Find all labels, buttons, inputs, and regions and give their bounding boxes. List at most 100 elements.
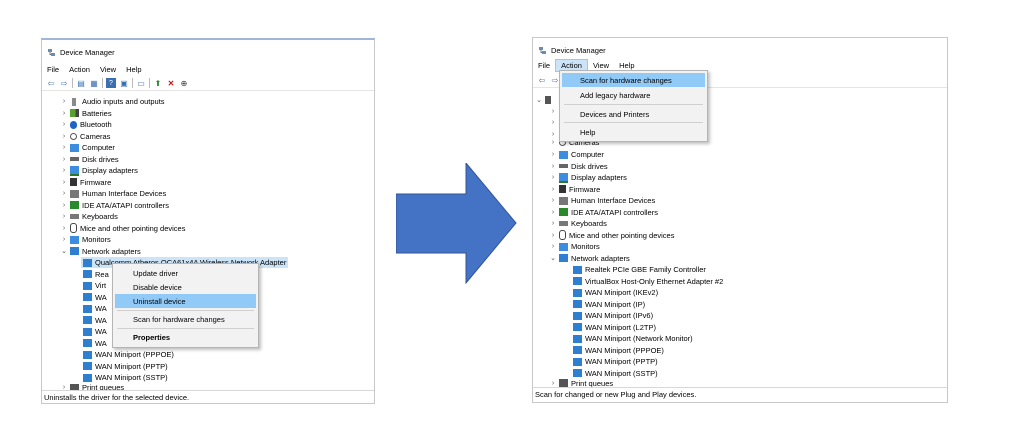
tree-node-virtualbox[interactable]: VirtualBox Host-Only Ethernet Adapter #2 (571, 276, 723, 287)
tree-node-wan-sstp[interactable]: WAN Miniport (SSTP) (81, 372, 168, 383)
chevron-right-icon[interactable]: › (60, 133, 68, 140)
chevron-right-icon[interactable]: › (549, 220, 557, 227)
tree-node-computer[interactable]: › Computer (60, 142, 115, 153)
tree-node-keyboards[interactable]: › Keyboards (60, 211, 118, 222)
tree-node-mice[interactable]: › Mice and other pointing devices (60, 223, 185, 234)
chevron-down-icon[interactable]: ⌄ (549, 254, 557, 262)
view-icon[interactable]: ▣ (119, 78, 129, 88)
tree-node-display-adapters[interactable]: › Display adapters (549, 172, 627, 183)
context-properties[interactable]: Properties (115, 330, 256, 344)
tree-node-mice[interactable]: › Mice and other pointing devices (549, 230, 674, 241)
tree-node-network-child[interactable]: WA (81, 338, 107, 349)
context-scan-hardware[interactable]: Scan for hardware changes (115, 312, 256, 326)
chevron-right-icon[interactable]: › (549, 232, 557, 239)
tree-node-realtek[interactable]: Realtek PCIe GBE Family Controller (571, 264, 706, 275)
tree-node-wan-ipv6[interactable]: WAN Miniport (IPv6) (571, 310, 653, 321)
tree-node-disk-drives[interactable]: › Disk drives (549, 161, 608, 172)
chevron-right-icon[interactable]: › (549, 163, 557, 170)
chevron-right-icon[interactable]: › (60, 190, 68, 197)
chevron-right-icon[interactable]: › (60, 225, 68, 232)
chevron-right-icon[interactable]: › (549, 108, 557, 115)
tree-node-network-child[interactable]: WA (81, 292, 107, 303)
download-icon[interactable]: ⊕ (179, 78, 189, 88)
action-devices-printers[interactable]: Devices and Printers (562, 107, 705, 121)
tree-node-batteries[interactable]: › Batteries (60, 108, 112, 119)
chevron-right-icon[interactable]: › (549, 243, 557, 250)
tree-node-wan-pptp[interactable]: WAN Miniport (PPTP) (571, 356, 658, 367)
tree-node-wan-pppoe[interactable]: WAN Miniport (PPPOE) (571, 345, 664, 356)
context-uninstall-device[interactable]: Uninstall device (115, 294, 256, 308)
tree-node-wan-network-monitor[interactable]: WAN Miniport (Network Monitor) (571, 333, 693, 344)
tree-node-audio[interactable]: › Audio inputs and outputs (60, 96, 165, 107)
chevron-right-icon[interactable]: › (549, 197, 557, 204)
chevron-right-icon[interactable]: › (60, 202, 68, 209)
forward-icon[interactable]: ⇨ (59, 78, 69, 88)
tree-node-keyboards[interactable]: › Keyboards (549, 218, 607, 229)
chevron-right-icon[interactable]: › (60, 213, 68, 220)
tree-node-wan-ikev2[interactable]: WAN Miniport (IKEv2) (571, 287, 658, 298)
menu-help[interactable]: Help (614, 60, 639, 71)
tree-node-network-child[interactable]: WA (81, 303, 107, 314)
tree-node-network-child[interactable]: Virt (81, 280, 106, 291)
tree-node-hid[interactable]: › Human Interface Devices (60, 188, 166, 199)
chevron-right-icon[interactable]: › (549, 151, 557, 158)
menu-action[interactable]: Action (64, 64, 95, 75)
menu-file[interactable]: File (42, 64, 64, 75)
tree-node-bluetooth[interactable]: › Bluetooth (60, 119, 112, 130)
chevron-right-icon[interactable]: › (60, 179, 68, 186)
tree-node-display-adapters[interactable]: › Display adapters (60, 165, 138, 176)
properties-icon[interactable]: ▦ (89, 78, 99, 88)
chevron-right-icon[interactable]: › (549, 186, 557, 193)
chevron-right-icon[interactable]: › (549, 209, 557, 216)
chevron-down-icon[interactable]: ⌄ (60, 247, 68, 255)
chevron-right-icon[interactable]: › (60, 167, 68, 174)
action-help[interactable]: Help (562, 125, 705, 139)
chevron-right-icon[interactable]: › (549, 139, 557, 146)
action-add-legacy-hardware[interactable]: Add legacy hardware (562, 88, 705, 102)
tree-node-network-child[interactable]: WA (81, 326, 107, 337)
chevron-right-icon[interactable]: › (549, 131, 557, 138)
chevron-down-icon[interactable]: ⌄ (535, 96, 543, 104)
chevron-right-icon[interactable]: › (60, 144, 68, 151)
tree-node-firmware[interactable]: › Firmware (60, 177, 111, 188)
chevron-right-icon[interactable]: › (60, 110, 68, 117)
chevron-right-icon[interactable]: › (60, 121, 68, 128)
menu-file[interactable]: File (533, 60, 555, 71)
tree-node-computer[interactable]: › Computer (549, 149, 604, 160)
menu-help[interactable]: Help (121, 64, 146, 75)
tree-node-network-adapters[interactable]: ⌄ Network adapters (60, 246, 141, 257)
back-icon[interactable]: ⇦ (46, 78, 56, 88)
tree-node-collapsed[interactable]: › (549, 106, 557, 117)
help-icon[interactable]: ? (106, 78, 116, 88)
uninstall-icon[interactable]: ✕ (166, 78, 176, 88)
tree-node-root[interactable]: ⌄ (535, 94, 554, 105)
chevron-right-icon[interactable]: › (549, 174, 557, 181)
tree-node-cameras[interactable]: › Cameras (60, 131, 111, 142)
tree-node-hid[interactable]: › Human Interface Devices (549, 195, 655, 206)
tree-node-wan-pptp[interactable]: WAN Miniport (PPTP) (81, 361, 168, 372)
tree-node-network-child[interactable]: WA (81, 315, 107, 326)
show-hide-tree-icon[interactable]: ▤ (76, 78, 86, 88)
tree-node-wan-pppoe[interactable]: WAN Miniport (PPPOE) (81, 349, 174, 360)
tree-node-wan-ip[interactable]: WAN Miniport (IP) (571, 299, 645, 310)
tree-node-ide[interactable]: › IDE ATA/ATAPI controllers (549, 207, 658, 218)
chevron-right-icon[interactable]: › (60, 236, 68, 243)
tree-node-collapsed[interactable]: › (549, 117, 557, 128)
chevron-right-icon[interactable]: › (60, 98, 68, 105)
tree-node-ide[interactable]: › IDE ATA/ATAPI controllers (60, 200, 169, 211)
context-update-driver[interactable]: Update driver (115, 266, 256, 280)
menu-view[interactable]: View (588, 60, 614, 71)
menu-view[interactable]: View (95, 64, 121, 75)
tree-node-firmware[interactable]: › Firmware (549, 184, 600, 195)
tree-node-disk-drives[interactable]: › Disk drives (60, 154, 119, 165)
tree-node-monitors[interactable]: › Monitors (549, 241, 600, 252)
tree-node-network-child[interactable]: Rea (81, 269, 109, 280)
tree-node-wan-sstp[interactable]: WAN Miniport (SSTP) (571, 368, 658, 379)
chevron-right-icon[interactable]: › (60, 156, 68, 163)
tree-node-monitors[interactable]: › Monitors (60, 234, 111, 245)
monitor-scan-icon[interactable]: ▭ (136, 78, 146, 88)
tree-node-wan-l2tp[interactable]: WAN Miniport (L2TP) (571, 322, 656, 333)
tree-node-print-queues[interactable]: › Print queues (549, 379, 613, 387)
chevron-right-icon[interactable]: › (549, 380, 557, 387)
tree-node-network-adapters[interactable]: ⌄ Network adapters (549, 253, 630, 264)
